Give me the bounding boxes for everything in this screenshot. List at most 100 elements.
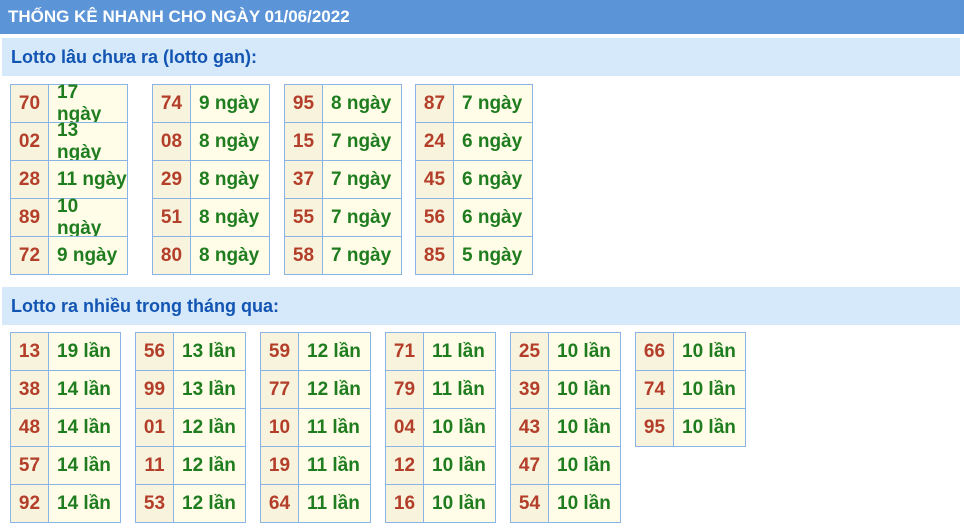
lotto-count: 8 ngày [191, 161, 269, 198]
lotto-count: 12 lần [174, 485, 245, 522]
table-row: 56 13 lần [136, 333, 245, 370]
table-row: 79 11 lần [386, 370, 495, 408]
table-row: 74 10 lần [636, 370, 745, 408]
lotto-number: 70 [11, 85, 49, 122]
nhieu-group: 56 13 lần 99 13 lần 01 12 lần 11 12 lần 53 12 lần [135, 332, 246, 523]
table-row: 12 10 lần [386, 446, 495, 484]
lotto-count: 10 lần [674, 333, 745, 370]
lotto-count: 11 lần [424, 333, 495, 370]
table-row: 57 14 lần [11, 446, 120, 484]
lotto-count: 10 lần [424, 485, 495, 522]
nhieu-group: 59 12 lần 77 12 lần 10 11 lần 19 11 lần 64 11 lần [260, 332, 371, 523]
lotto-number: 89 [11, 199, 49, 236]
table-row: 56 6 ngày [416, 198, 532, 236]
lotto-number: 10 [261, 409, 299, 446]
table-row: 54 10 lần [511, 484, 620, 522]
table-row: 87 7 ngày [416, 85, 532, 122]
lotto-number: 08 [153, 123, 191, 160]
lotto-number: 02 [11, 123, 49, 160]
table-row: 39 10 lần [511, 370, 620, 408]
lotto-count: 9 ngày [49, 237, 127, 274]
lotto-count: 9 ngày [191, 85, 269, 122]
lotto-number: 95 [285, 85, 323, 122]
lotto-number: 45 [416, 161, 454, 198]
table-row: 37 7 ngày [285, 160, 401, 198]
table-row: 58 7 ngày [285, 236, 401, 274]
lotto-count: 11 lần [299, 447, 370, 484]
table-row: 55 7 ngày [285, 198, 401, 236]
table-row: 92 14 lần [11, 484, 120, 522]
lotto-number: 56 [416, 199, 454, 236]
lotto-count: 8 ngày [191, 199, 269, 236]
lotto-number: 13 [11, 333, 49, 370]
table-row: 51 8 ngày [153, 198, 269, 236]
lotto-number: 71 [386, 333, 424, 370]
lotto-count: 7 ngày [323, 199, 401, 236]
table-row: 15 7 ngày [285, 122, 401, 160]
lotto-count: 11 lần [299, 409, 370, 446]
lotto-count: 10 lần [549, 409, 620, 446]
section-title-gan: Lotto lâu chưa ra (lotto gan): [2, 38, 960, 76]
lotto-count: 10 lần [549, 447, 620, 484]
lotto-count: 8 ngày [191, 123, 269, 160]
lotto-count: 7 ngày [454, 85, 532, 122]
lotto-number: 43 [511, 409, 549, 446]
lotto-count: 6 ngày [454, 123, 532, 160]
lotto-number: 47 [511, 447, 549, 484]
lotto-count: 13 lần [174, 371, 245, 408]
lotto-count: 19 lần [49, 333, 120, 370]
lotto-number: 77 [261, 371, 299, 408]
lotto-count: 13 lần [174, 333, 245, 370]
lotto-count: 14 lần [49, 409, 120, 446]
lotto-count: 8 ngày [323, 85, 401, 122]
table-row: 45 6 ngày [416, 160, 532, 198]
table-row: 25 10 lần [511, 333, 620, 370]
lotto-count: 10 lần [674, 371, 745, 408]
table-row: 02 13 ngày [11, 120, 127, 163]
lotto-count: 6 ngày [454, 199, 532, 236]
lotto-number: 15 [285, 123, 323, 160]
lotto-number: 37 [285, 161, 323, 198]
lotto-count: 14 lần [49, 447, 120, 484]
lotto-number: 38 [11, 371, 49, 408]
lotto-number: 74 [636, 371, 674, 408]
lotto-number: 11 [136, 447, 174, 484]
lotto-number: 58 [285, 237, 323, 274]
table-row: 80 8 ngày [153, 236, 269, 274]
lotto-count: 11 ngày [49, 161, 127, 198]
lotto-number: 39 [511, 371, 549, 408]
table-row: 24 6 ngày [416, 122, 532, 160]
table-row: 28 11 ngày [11, 160, 127, 198]
nhieu-group: 25 10 lần 39 10 lần 43 10 lần 47 10 lần 54 10 lần [510, 332, 621, 523]
lotto-number: 51 [153, 199, 191, 236]
lotto-number: 55 [285, 199, 323, 236]
table-row: 04 10 lần [386, 408, 495, 446]
table-row: 72 9 ngày [11, 236, 127, 274]
lotto-count: 11 lần [299, 485, 370, 522]
table-row: 48 14 lần [11, 408, 120, 446]
table-row: 77 12 lần [261, 370, 370, 408]
table-row: 95 8 ngày [285, 85, 401, 122]
lotto-count: 14 lần [49, 371, 120, 408]
lotto-count: 17 ngày [49, 82, 127, 125]
gan-group: 74 9 ngày 08 8 ngày 29 8 ngày 51 8 ngày 80 8 ngày [152, 84, 270, 275]
lotto-count: 7 ngày [323, 161, 401, 198]
table-row: 19 11 lần [261, 446, 370, 484]
table-row: 53 12 lần [136, 484, 245, 522]
lotto-number: 95 [636, 409, 674, 446]
lotto-count: 10 lần [674, 409, 745, 446]
lotto-count: 11 lần [424, 371, 495, 408]
lotto-number: 54 [511, 485, 549, 522]
table-row: 95 10 lần [636, 408, 745, 446]
lotto-count: 12 lần [299, 371, 370, 408]
lotto-number: 01 [136, 409, 174, 446]
lotto-number: 53 [136, 485, 174, 522]
table-row: 89 10 ngày [11, 196, 127, 239]
lotto-number: 79 [386, 371, 424, 408]
lotto-number: 85 [416, 237, 454, 274]
table-row: 70 17 ngày [11, 82, 127, 125]
gan-group: 70 17 ngày 02 13 ngày 28 11 ngày 89 10 ngày 72 9 … [10, 82, 128, 275]
nhieu-group: 66 10 lần 74 10 lần 95 10 lần [635, 332, 746, 447]
lotto-count: 10 lần [424, 409, 495, 446]
lotto-number: 57 [11, 447, 49, 484]
